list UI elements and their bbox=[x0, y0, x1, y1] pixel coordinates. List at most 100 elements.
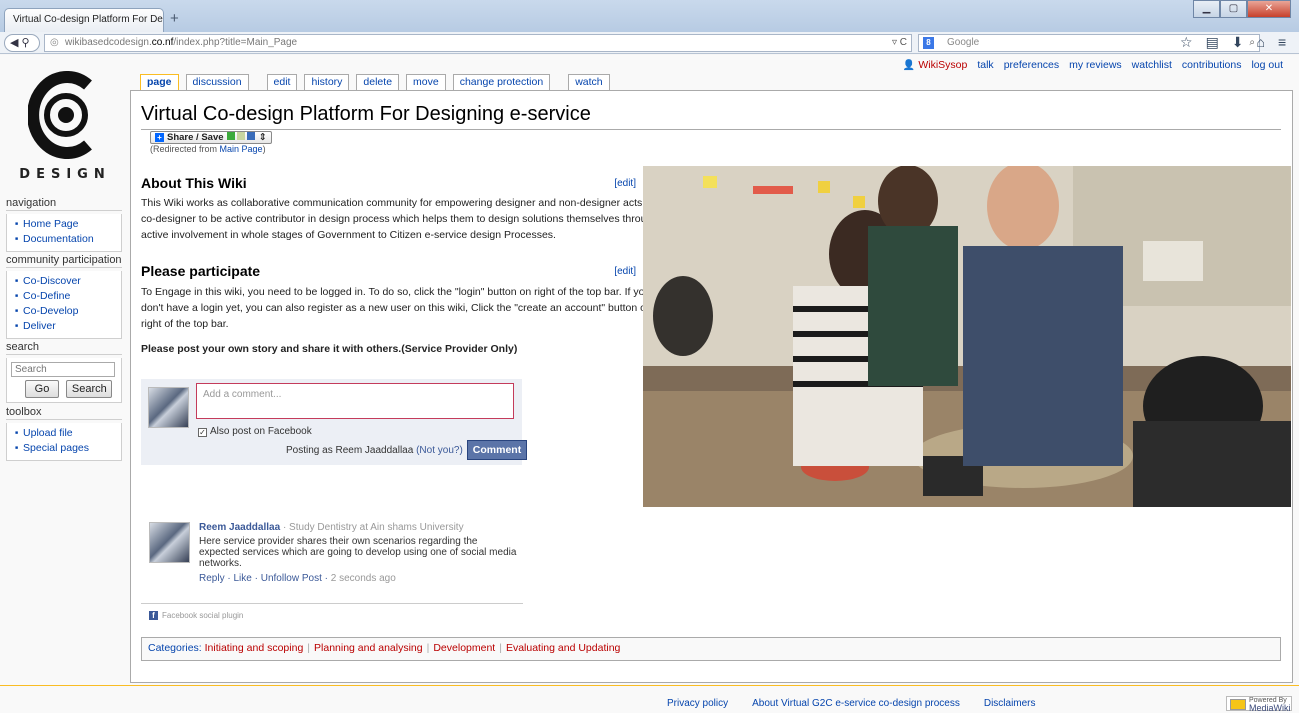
codesign-logo-mark bbox=[28, 71, 92, 159]
section-text-about: This Wiki works as collaborative communi… bbox=[141, 197, 659, 241]
user-link[interactable]: 👤 WikiSysop bbox=[903, 59, 967, 71]
personal-toolbar: 👤 WikiSysop talk preferences my reviews w… bbox=[903, 59, 1283, 71]
comment-button[interactable]: Comment bbox=[467, 440, 527, 460]
powered-by-mediawiki-badge[interactable]: Powered By MediaWiki bbox=[1226, 696, 1292, 713]
talk-link[interactable]: talk bbox=[977, 59, 993, 71]
my-reviews-link[interactable]: my reviews bbox=[1069, 59, 1122, 71]
search-button[interactable]: Search bbox=[66, 380, 113, 398]
category-initiating[interactable]: Initiating and scoping bbox=[205, 642, 304, 654]
tab-discussion[interactable]: discussion bbox=[185, 74, 249, 90]
toolbar-icons: ☆ ▤ ⬇ ⌂ ≡ bbox=[1180, 34, 1286, 51]
share-save-button[interactable]: + Share / Save ⇕ bbox=[150, 131, 272, 144]
nav-co-define[interactable]: Co-Define bbox=[15, 289, 117, 304]
home-icon[interactable]: ⌂ bbox=[1257, 34, 1265, 51]
reply-link[interactable]: Reply bbox=[199, 573, 225, 584]
tab-delete[interactable]: delete bbox=[356, 74, 400, 90]
browser-navbar: ◀ ⚲ ◎ wikibasedcodesign.co.nf/index.php?… bbox=[0, 32, 1299, 54]
tab-history[interactable]: history bbox=[304, 74, 350, 90]
menu-icon[interactable]: ≡ bbox=[1278, 34, 1286, 51]
comment-time: 2 seconds ago bbox=[330, 573, 396, 584]
navigation-list: Home Page Documentation bbox=[6, 214, 122, 252]
user-icon: 👤 bbox=[902, 60, 916, 71]
section-heading-participate: Please participate bbox=[141, 263, 261, 279]
tab-edit[interactable]: edit bbox=[266, 74, 298, 90]
not-you-link[interactable]: (Not you?) bbox=[416, 445, 463, 456]
nav-co-discover[interactable]: Co-Discover bbox=[15, 274, 117, 289]
title-divider bbox=[141, 129, 1281, 130]
download-icon[interactable]: ⬇ bbox=[1232, 34, 1244, 51]
category-development[interactable]: Development bbox=[433, 642, 495, 654]
unfollow-post-link[interactable]: Unfollow Post bbox=[261, 573, 322, 584]
category-links: Categories: Initiating and scoping | Plann… bbox=[141, 637, 1281, 661]
edit-section-about[interactable]: [edit] bbox=[614, 178, 636, 189]
category-evaluating[interactable]: Evaluating and Updating bbox=[506, 642, 620, 654]
nav-deliver[interactable]: Deliver bbox=[15, 319, 117, 334]
navigation-title: navigation bbox=[6, 197, 122, 211]
category-separator: | bbox=[426, 642, 430, 654]
about-link[interactable]: About Virtual G2C e-service co-design pr… bbox=[752, 698, 960, 709]
tool-upload-file[interactable]: Upload file bbox=[15, 426, 117, 441]
privacy-policy-link[interactable]: Privacy policy bbox=[667, 698, 728, 709]
nav-documentation[interactable]: Documentation bbox=[15, 232, 117, 247]
star-icon[interactable]: ☆ bbox=[1180, 34, 1193, 51]
preferences-link[interactable]: preferences bbox=[1004, 59, 1059, 71]
workshop-photo bbox=[643, 166, 1291, 507]
nav-home-page[interactable]: Home Page bbox=[15, 217, 117, 232]
checkbox-check-icon: ✓ bbox=[198, 428, 207, 437]
navigation-portlet: navigation Home Page Documentation bbox=[6, 197, 122, 252]
browser-tab[interactable]: Virtual Co-design Platform For Des... bbox=[4, 8, 164, 32]
reload-icon[interactable]: ▿ C bbox=[892, 35, 907, 51]
maximize-button[interactable]: ▢ bbox=[1220, 0, 1247, 18]
avatar bbox=[148, 387, 189, 428]
browser-search-placeholder: Google bbox=[947, 37, 980, 48]
address-bar[interactable]: ◎ wikibasedcodesign.co.nf/index.php?titl… bbox=[44, 34, 912, 52]
comment-input[interactable]: Add a comment... bbox=[196, 383, 514, 419]
back-button[interactable]: ◀ ⚲ bbox=[4, 34, 40, 52]
comment-text: Here service provider shares their own s… bbox=[199, 536, 517, 569]
section-text-participate: To Engage in this wiki, you need to be l… bbox=[141, 286, 652, 330]
search-portlet: search Go Search bbox=[6, 341, 122, 403]
globe-icon: ◎ bbox=[50, 37, 59, 48]
disclaimers-link[interactable]: Disclaimers bbox=[984, 698, 1036, 709]
wiki-search-input[interactable] bbox=[11, 362, 115, 377]
tab-move[interactable]: move bbox=[406, 74, 446, 90]
go-button[interactable]: Go bbox=[25, 380, 59, 398]
facebook-comment-box: Add a comment... ✓ Also post on Facebook … bbox=[141, 379, 527, 465]
edit-section-participate[interactable]: [edit] bbox=[614, 266, 636, 277]
comment-author-meta: · Study Dentistry at Ain shams Universit… bbox=[280, 522, 464, 533]
tab-page[interactable]: page bbox=[140, 74, 179, 90]
footer-links: Privacy policy About Virtual G2C e-servi… bbox=[667, 698, 1036, 709]
nav-co-develop[interactable]: Co-Develop bbox=[15, 304, 117, 319]
content-area: Virtual Co-design Platform For Designing… bbox=[130, 90, 1293, 683]
toolbox-list: Upload file Special pages bbox=[6, 423, 122, 461]
community-portlet: community participation Co-Discover Co-D… bbox=[6, 254, 122, 339]
avatar bbox=[149, 522, 190, 563]
site-logo[interactable]: DESIGN bbox=[0, 63, 130, 189]
reading-list-icon[interactable]: ▤ bbox=[1206, 34, 1219, 51]
tool-special-pages[interactable]: Special pages bbox=[15, 441, 117, 456]
url-path: /index.php?title=Main_Page bbox=[173, 37, 298, 48]
category-planning[interactable]: Planning and analysing bbox=[314, 642, 423, 654]
back-arrow-icon: ◀ ⚲ bbox=[10, 37, 30, 49]
tab-change-protection[interactable]: change protection bbox=[452, 74, 551, 90]
main-page-link[interactable]: Main Page bbox=[220, 144, 263, 154]
share-mail-icon bbox=[237, 132, 246, 140]
minimize-button[interactable]: ▁ bbox=[1193, 0, 1220, 18]
facebook-plugin-label[interactable]: f Facebook social plugin bbox=[149, 611, 243, 620]
like-link[interactable]: Like bbox=[233, 573, 251, 584]
tab-watch[interactable]: watch bbox=[568, 74, 610, 90]
log-out-link[interactable]: log out bbox=[1251, 59, 1283, 71]
comment-author[interactable]: Reem Jaaddallaa bbox=[199, 522, 280, 533]
facebook-icon: f bbox=[149, 611, 158, 620]
also-post-checkbox[interactable]: ✓ Also post on Facebook bbox=[198, 426, 312, 437]
browser-titlebar: Virtual Co-design Platform For Des... + … bbox=[0, 0, 1299, 32]
close-window-button[interactable]: ✕ bbox=[1247, 0, 1291, 18]
toolbox-title: toolbox bbox=[6, 406, 122, 420]
page-title: Virtual Co-design Platform For Designing… bbox=[141, 103, 591, 125]
categories-label[interactable]: Categories: bbox=[148, 642, 202, 654]
share-plus-icon: + bbox=[155, 133, 164, 142]
contributions-link[interactable]: contributions bbox=[1182, 59, 1242, 71]
google-engine-icon[interactable]: 8 bbox=[923, 37, 934, 49]
watchlist-link[interactable]: watchlist bbox=[1132, 59, 1172, 71]
new-tab-button[interactable]: + bbox=[170, 10, 179, 27]
